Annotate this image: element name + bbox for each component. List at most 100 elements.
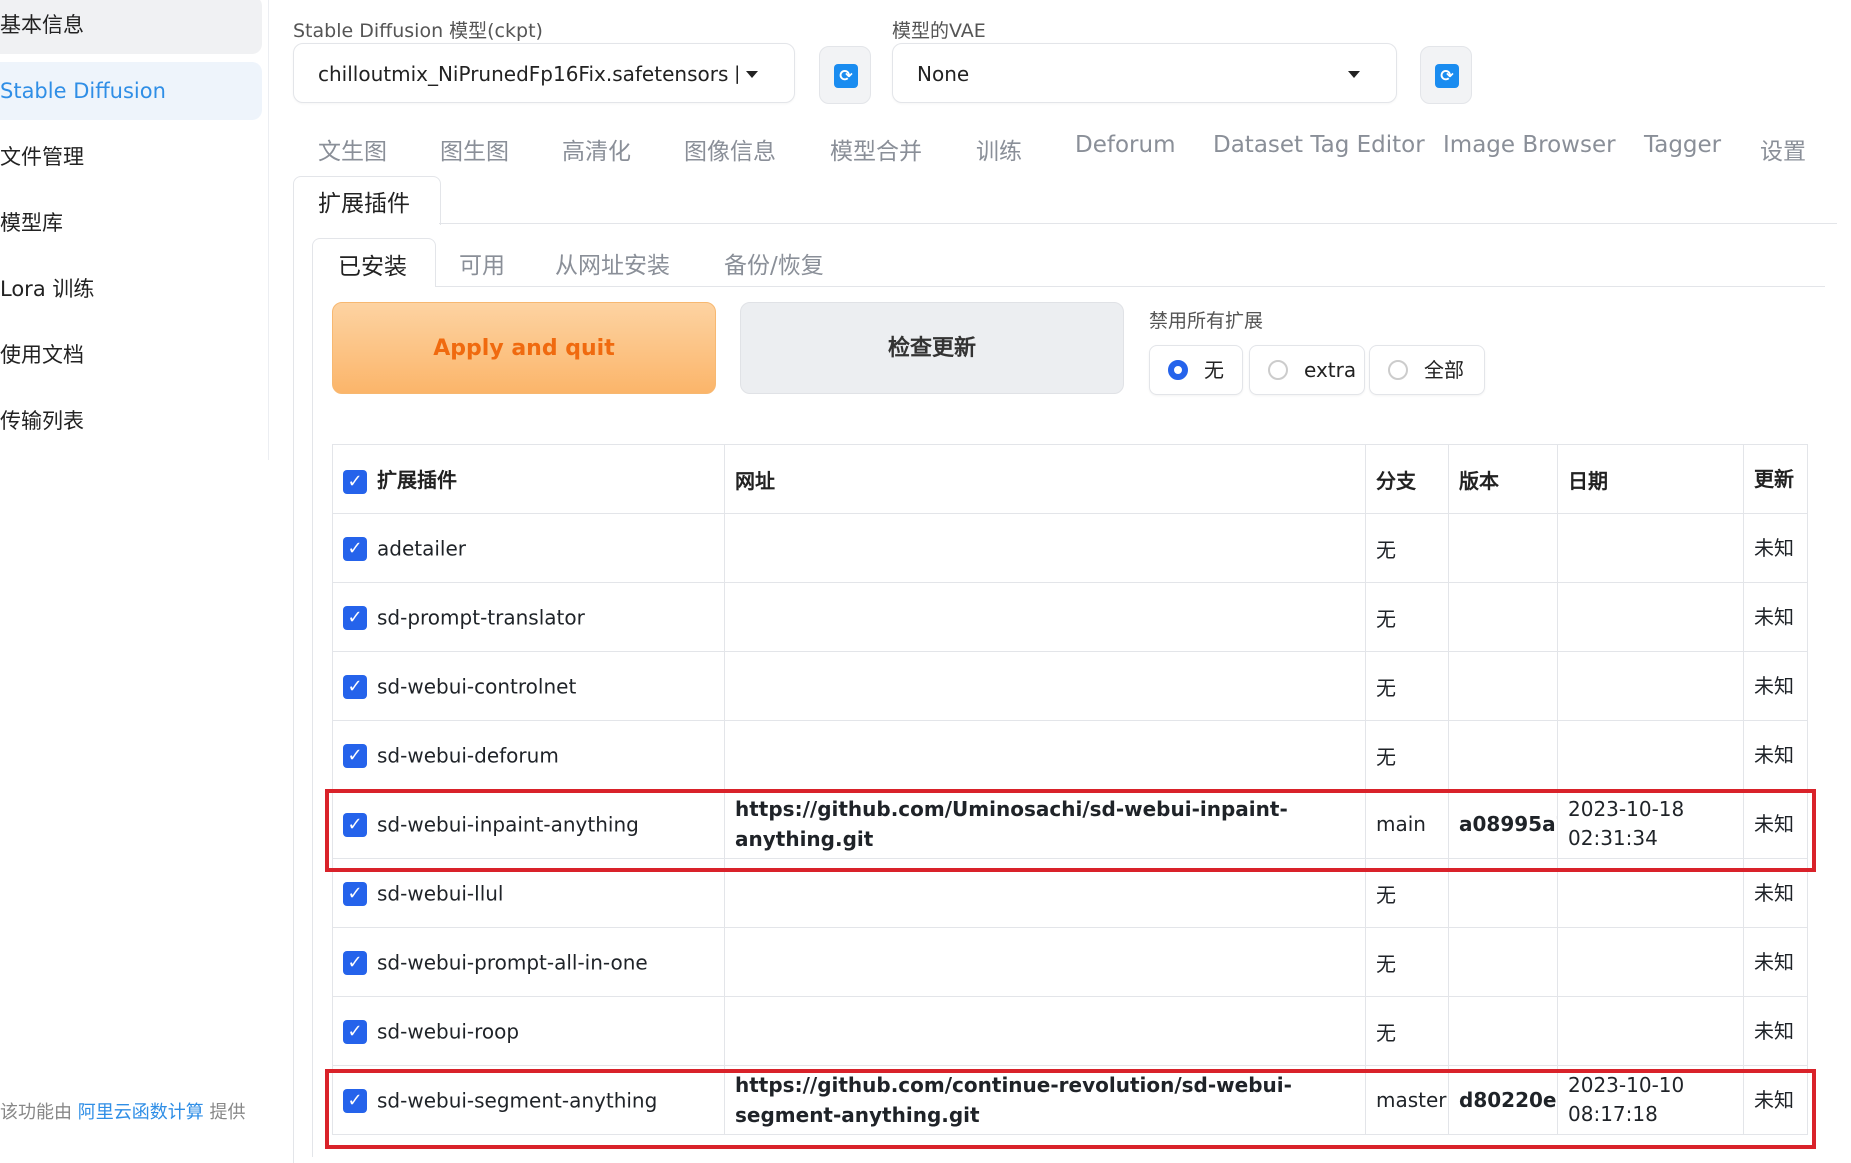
tab-image-info[interactable]: 图像信息 bbox=[684, 132, 776, 166]
cell-url[interactable] bbox=[724, 720, 1366, 790]
table-row: ✓ sd-webui-controlnet 无 未知 bbox=[332, 651, 1808, 721]
subtab-installed-label: 已安装 bbox=[338, 254, 407, 280]
radio-checked-icon bbox=[1168, 360, 1188, 380]
cell-version bbox=[1448, 927, 1558, 997]
radio-unchecked-icon bbox=[1268, 360, 1288, 380]
footer-link[interactable]: 阿里云函数计算 bbox=[78, 1102, 204, 1123]
radio-none[interactable]: 无 bbox=[1149, 345, 1243, 395]
vae-select[interactable]: None bbox=[892, 43, 1397, 103]
header-branch: 分支 bbox=[1365, 444, 1449, 514]
check-updates-button[interactable]: 检查更新 bbox=[740, 302, 1124, 394]
cell-url[interactable] bbox=[724, 513, 1366, 583]
subtab-available[interactable]: 可用 bbox=[459, 246, 505, 280]
radio-all-label: 全部 bbox=[1424, 358, 1464, 382]
refresh-icon: ⟳ bbox=[1435, 64, 1459, 88]
enable-checkbox[interactable]: ✓ bbox=[343, 674, 367, 699]
extension-name: sd-webui-controlnet bbox=[377, 674, 577, 699]
radio-unchecked-icon bbox=[1388, 360, 1408, 380]
enable-checkbox[interactable]: ✓ bbox=[343, 881, 367, 906]
tab-extensions-label: 扩展插件 bbox=[318, 191, 410, 217]
vae-label: 模型的VAE bbox=[892, 20, 986, 42]
header-extension-label: 扩展插件 bbox=[377, 468, 457, 493]
cell-extension: ✓ sd-webui-prompt-all-in-one bbox=[332, 927, 725, 997]
cell-extension: ✓ sd-webui-controlnet bbox=[332, 651, 725, 721]
extension-name: sd-webui-roop bbox=[377, 1019, 520, 1044]
radio-all[interactable]: 全部 bbox=[1369, 345, 1485, 395]
cell-version bbox=[1448, 651, 1558, 721]
tab-img2img[interactable]: 图生图 bbox=[440, 132, 509, 166]
ckpt-label: Stable Diffusion 模型(ckpt) bbox=[293, 20, 543, 42]
cell-update: 未知 bbox=[1743, 927, 1808, 997]
cell-version bbox=[1448, 582, 1558, 652]
cell-date bbox=[1557, 651, 1744, 721]
subtab-installed[interactable]: 已安装 bbox=[312, 238, 436, 287]
extension-name: adetailer bbox=[377, 536, 466, 561]
cell-branch: 无 bbox=[1365, 513, 1449, 583]
radio-extra[interactable]: extra bbox=[1249, 345, 1365, 395]
enable-checkbox[interactable]: ✓ bbox=[343, 743, 367, 768]
extension-name: sd-webui-deforum bbox=[377, 743, 559, 768]
cell-update: 未知 bbox=[1743, 996, 1808, 1066]
cell-version bbox=[1448, 996, 1558, 1066]
header-update: 更新 bbox=[1743, 444, 1808, 514]
sidebar-item-lora-training[interactable]: Lora 训练 bbox=[0, 260, 262, 318]
tab-tagger[interactable]: Tagger bbox=[1644, 132, 1721, 158]
cell-update: 未知 bbox=[1743, 513, 1808, 583]
tab-image-browser[interactable]: Image Browser bbox=[1443, 132, 1616, 158]
header-version: 版本 bbox=[1448, 444, 1558, 514]
header-extension: ✓ 扩展插件 bbox=[332, 444, 725, 514]
table-row: ✓ adetailer 无 未知 bbox=[332, 513, 1808, 583]
tab-train[interactable]: 训练 bbox=[976, 132, 1022, 166]
sidebar-item-stable-diffusion[interactable]: Stable Diffusion bbox=[0, 62, 262, 120]
radio-extra-label: extra bbox=[1304, 358, 1357, 382]
sidebar-item-docs[interactable]: 使用文档 bbox=[0, 326, 262, 384]
footer-note: 该功能由 阿里云函数计算 提供 bbox=[0, 1098, 245, 1124]
radio-none-label: 无 bbox=[1204, 358, 1224, 382]
select-all-checkbox[interactable]: ✓ bbox=[343, 469, 367, 494]
tab-extensions[interactable]: 扩展插件 bbox=[293, 176, 441, 225]
ckpt-select[interactable]: chilloutmix_NiPrunedFp16Fix.safetensors … bbox=[293, 43, 795, 103]
extension-name: sd-prompt-translator bbox=[377, 605, 585, 630]
chevron-down-icon bbox=[1348, 71, 1360, 78]
table-row: ✓ sd-webui-roop 无 未知 bbox=[332, 996, 1808, 1066]
enable-checkbox[interactable]: ✓ bbox=[343, 950, 367, 975]
extension-name: sd-webui-llul bbox=[377, 881, 504, 906]
ckpt-refresh-button[interactable]: ⟳ bbox=[819, 46, 871, 104]
sidebar-item-transfer-list[interactable]: 传输列表 bbox=[0, 392, 262, 450]
cell-url[interactable] bbox=[724, 927, 1366, 997]
sidebar-item-file-manager[interactable]: 文件管理 bbox=[0, 128, 262, 186]
apply-and-quit-button[interactable]: Apply and quit bbox=[332, 302, 716, 394]
sidebar-item-basic-info[interactable]: 基本信息 bbox=[0, 0, 262, 54]
enable-checkbox[interactable]: ✓ bbox=[343, 605, 367, 630]
cell-url[interactable] bbox=[724, 582, 1366, 652]
cell-version bbox=[1448, 513, 1558, 583]
cell-extension: ✓ adetailer bbox=[332, 513, 725, 583]
tab-txt2img[interactable]: 文生图 bbox=[318, 132, 387, 166]
subtab-install-from-url[interactable]: 从网址安装 bbox=[555, 246, 670, 280]
highlight-box-segment bbox=[325, 1069, 1816, 1149]
tab-model-merge[interactable]: 模型合并 bbox=[830, 132, 922, 166]
table-row: ✓ sd-webui-prompt-all-in-one 无 未知 bbox=[332, 927, 1808, 997]
header-date: 日期 bbox=[1557, 444, 1744, 514]
enable-checkbox[interactable]: ✓ bbox=[343, 536, 367, 561]
cell-branch: 无 bbox=[1365, 927, 1449, 997]
sidebar: 基本信息 Stable Diffusion 文件管理 模型库 Lora 训练 使… bbox=[0, 0, 269, 460]
tab-settings[interactable]: 设置 bbox=[1760, 132, 1806, 166]
tab-dataset-tag-editor[interactable]: Dataset Tag Editor bbox=[1213, 132, 1425, 158]
footer-prefix: 该功能由 bbox=[0, 1102, 72, 1123]
sidebar-item-model-library[interactable]: 模型库 bbox=[0, 194, 262, 252]
enable-checkbox[interactable]: ✓ bbox=[343, 1019, 367, 1044]
tab-upscale[interactable]: 高清化 bbox=[562, 132, 631, 166]
cell-branch: 无 bbox=[1365, 651, 1449, 721]
cell-branch: 无 bbox=[1365, 582, 1449, 652]
cell-extension: ✓ sd-prompt-translator bbox=[332, 582, 725, 652]
tab-deforum[interactable]: Deforum bbox=[1075, 132, 1175, 158]
vae-refresh-button[interactable]: ⟳ bbox=[1420, 46, 1472, 104]
cell-extension: ✓ sd-webui-deforum bbox=[332, 720, 725, 790]
refresh-icon: ⟳ bbox=[834, 64, 858, 88]
cell-url[interactable] bbox=[724, 996, 1366, 1066]
subtab-backup-restore[interactable]: 备份/恢复 bbox=[724, 246, 824, 280]
highlight-box-inpaint bbox=[325, 789, 1816, 872]
cell-date bbox=[1557, 996, 1744, 1066]
cell-url[interactable] bbox=[724, 651, 1366, 721]
